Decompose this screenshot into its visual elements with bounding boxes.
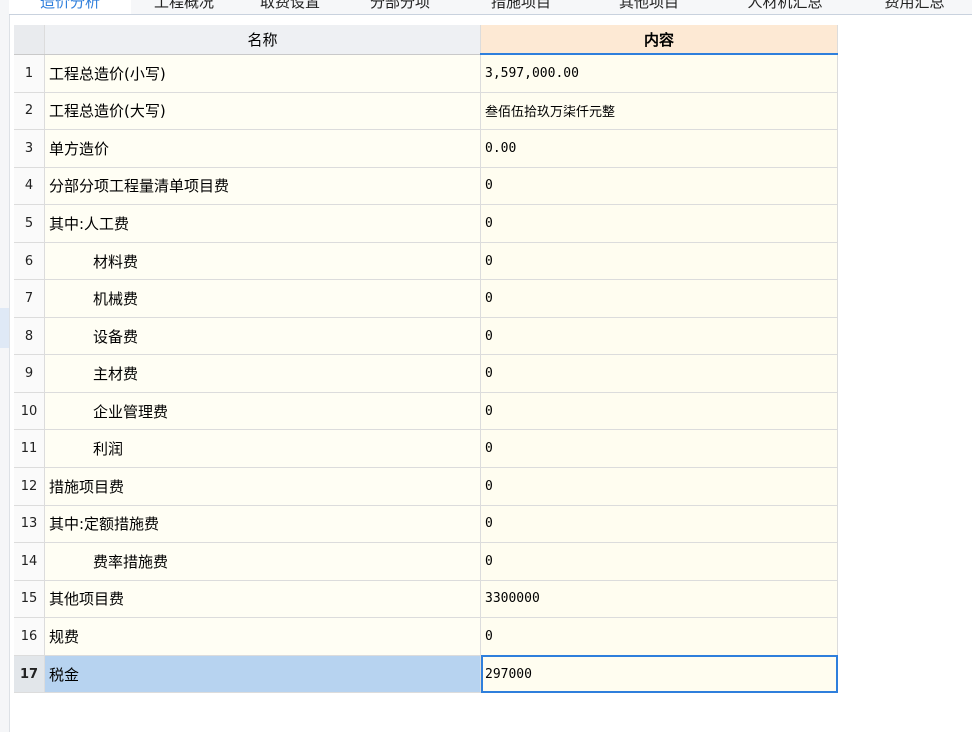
row-name-cell[interactable]: 机械费 <box>44 279 481 318</box>
row-number: 16 <box>14 617 45 656</box>
row-content-cell[interactable]: 0 <box>480 505 838 544</box>
cost-analysis-table: 名称 内容 1 工程总造价(小写) 3,597,000.00 2 工程总造价(大写) 叁佰… <box>14 25 838 694</box>
row-number: 3 <box>14 129 45 168</box>
left-panel-indicator <box>0 308 9 348</box>
table-row[interactable]: 12 措施项目费 0 <box>14 467 838 506</box>
row-name-cell[interactable]: 主材费 <box>44 354 481 393</box>
row-number: 7 <box>14 279 45 318</box>
row-content-cell[interactable]: 0 <box>480 392 838 431</box>
tab-measures[interactable]: 措施项目 <box>457 0 586 14</box>
row-name-cell[interactable]: 企业管理费 <box>44 392 481 431</box>
row-name-cell[interactable]: 其他项目费 <box>44 580 481 619</box>
row-name-cell[interactable]: 材料费 <box>44 242 481 281</box>
tab-labor-material-machine[interactable]: 人材机汇总 <box>713 0 858 14</box>
row-number: 6 <box>14 242 45 281</box>
tab-project-overview[interactable]: 工程概况 <box>131 0 238 14</box>
column-header-content[interactable]: 内容 <box>480 25 838 55</box>
row-number: 8 <box>14 317 45 356</box>
left-panel-edge <box>0 0 10 732</box>
row-name-cell[interactable]: 措施项目费 <box>44 467 481 506</box>
row-name-cell[interactable]: 规费 <box>44 617 481 656</box>
row-content-cell[interactable]: 3,597,000.00 <box>480 54 838 93</box>
row-name-cell[interactable]: 税金 <box>44 655 481 694</box>
tab-bar: 造价分析 工程概况 取费设置 分部分项 措施项目 其他项目 人材机汇总 费用汇总 <box>9 0 972 15</box>
row-content-cell[interactable]: 叁佰伍拾玖万柒仟元整 <box>480 92 838 131</box>
table-row[interactable]: 4 分部分项工程量清单项目费 0 <box>14 167 838 206</box>
row-content-cell[interactable]: 0 <box>480 242 838 281</box>
row-content-cell[interactable]: 3300000 <box>480 580 838 619</box>
tab-sub-items[interactable]: 分部分项 <box>343 0 458 14</box>
row-content-cell[interactable]: 0 <box>480 617 838 656</box>
row-content-cell[interactable]: 0 <box>480 467 838 506</box>
row-name-cell[interactable]: 其中:人工费 <box>44 204 481 243</box>
table-row[interactable]: 9 主材费 0 <box>14 354 838 393</box>
row-name-cell[interactable]: 分部分项工程量清单项目费 <box>44 167 481 206</box>
row-name-cell[interactable]: 工程总造价(大写) <box>44 92 481 131</box>
table-row[interactable]: 13 其中:定额措施费 0 <box>14 505 838 544</box>
row-number: 1 <box>14 54 45 93</box>
row-content-cell[interactable]: 0 <box>480 542 838 581</box>
row-name-cell[interactable]: 其中:定额措施费 <box>44 505 481 544</box>
row-number: 14 <box>14 542 45 581</box>
row-number: 13 <box>14 505 45 544</box>
table-row[interactable]: 5 其中:人工费 0 <box>14 204 838 243</box>
header-corner <box>14 25 45 55</box>
row-number: 5 <box>14 204 45 243</box>
column-header-name[interactable]: 名称 <box>44 25 481 55</box>
table-row[interactable]: 14 费率措施费 0 <box>14 542 838 581</box>
row-content-cell[interactable]: 0 <box>480 204 838 243</box>
row-content-cell[interactable]: 0 <box>480 317 838 356</box>
row-number: 4 <box>14 167 45 206</box>
tab-cost-analysis[interactable]: 造价分析 <box>9 0 132 14</box>
row-number: 2 <box>14 92 45 131</box>
table-row[interactable]: 6 材料费 0 <box>14 242 838 281</box>
row-content-cell[interactable]: 0 <box>480 354 838 393</box>
row-content-cell[interactable]: 0 <box>480 167 838 206</box>
row-number: 9 <box>14 354 45 393</box>
row-name-cell[interactable]: 费率措施费 <box>44 542 481 581</box>
row-name-cell[interactable]: 工程总造价(小写) <box>44 54 481 93</box>
row-number: 15 <box>14 580 45 619</box>
table-row[interactable]: 1 工程总造价(小写) 3,597,000.00 <box>14 54 838 93</box>
row-number: 17 <box>14 655 45 694</box>
row-content-cell[interactable]: 0 <box>480 279 838 318</box>
table-row[interactable]: 3 单方造价 0.00 <box>14 129 838 168</box>
table-row[interactable]: 10 企业管理费 0 <box>14 392 838 431</box>
tab-other-items[interactable]: 其他项目 <box>585 0 714 14</box>
table-header-row: 名称 内容 <box>14 25 838 55</box>
tab-fee-summary[interactable]: 费用汇总 <box>857 0 972 14</box>
table-row[interactable]: 11 利润 0 <box>14 429 838 469</box>
row-content-cell[interactable]: 297000 <box>480 655 838 694</box>
table-row[interactable]: 16 规费 0 <box>14 617 838 656</box>
row-content-cell[interactable]: 0.00 <box>480 129 838 168</box>
row-content-cell[interactable]: 0 <box>480 429 838 469</box>
row-name-cell[interactable]: 单方造价 <box>44 129 481 168</box>
row-number: 10 <box>14 392 45 431</box>
table-row[interactable]: 15 其他项目费 3300000 <box>14 580 838 619</box>
table-row[interactable]: 8 设备费 0 <box>14 317 838 356</box>
row-name-cell[interactable]: 设备费 <box>44 317 481 356</box>
row-name-cell[interactable]: 利润 <box>44 429 481 469</box>
row-number: 12 <box>14 467 45 506</box>
row-number: 11 <box>14 429 45 469</box>
table-row[interactable]: 2 工程总造价(大写) 叁佰伍拾玖万柒仟元整 <box>14 92 838 131</box>
table-row[interactable]: 7 机械费 0 <box>14 279 838 318</box>
tab-fee-settings[interactable]: 取费设置 <box>237 0 344 14</box>
table-row[interactable]: 17 税金 297000 <box>14 655 838 694</box>
